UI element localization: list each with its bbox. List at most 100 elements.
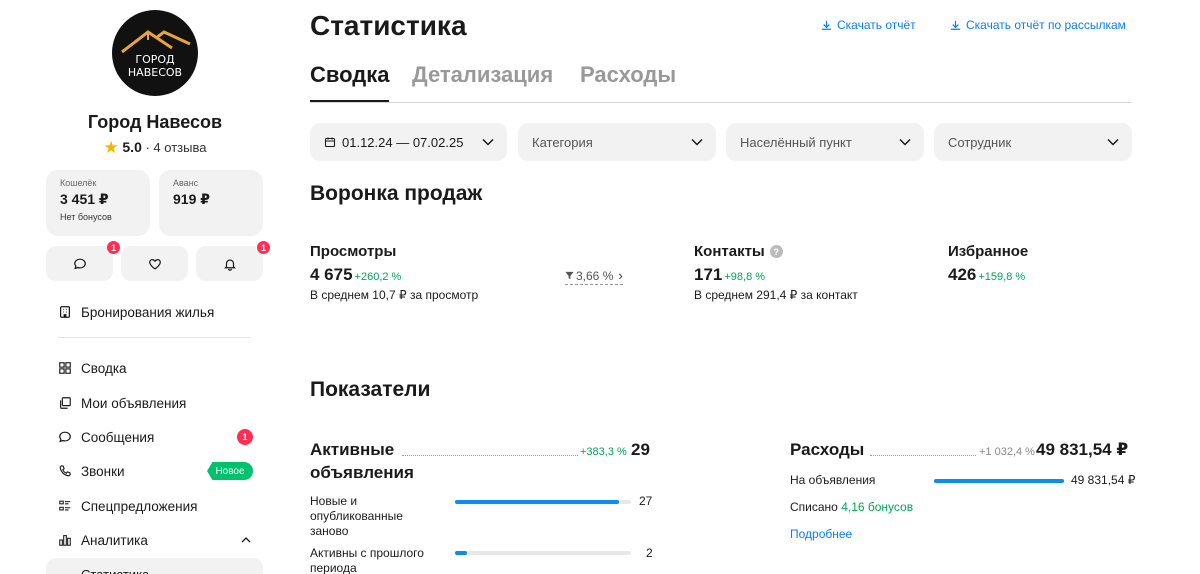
brand-logo[interactable]: ГОРОД НАВЕСОВ (112, 10, 198, 96)
nav-item-listings[interactable]: Мои объявления (58, 393, 186, 413)
rating-score: 5.0 (122, 139, 142, 155)
employee-select[interactable]: Сотрудник (934, 123, 1132, 161)
new-badge: Новое (207, 462, 253, 480)
funnel-icon (565, 271, 574, 280)
grid-icon (59, 362, 71, 374)
star-icon: ★ (103, 138, 119, 157)
indicators-title: Показатели (310, 378, 431, 401)
notifications-count-badge: 1 (256, 240, 271, 255)
expenses-value: 49 831,54 ₽ (1036, 440, 1129, 459)
funnel-title: Воронка продаж (310, 182, 483, 205)
carried-listings-label: Активны с прошлого периода (310, 546, 424, 574)
bell-icon (223, 258, 236, 271)
shop-name[interactable]: Город Навесов (46, 112, 264, 133)
conversion-value: 3,66 % (576, 268, 614, 283)
written-off-row: Списано 4,16 бонусов (790, 500, 913, 514)
wallet-value: 3 451 ₽ (60, 191, 109, 207)
wallet-bonus: Нет бонусов (60, 212, 112, 222)
favorites-label: Избранное (948, 243, 1029, 260)
tab-expenses[interactable]: Расходы (580, 62, 676, 102)
chevron-down-icon (899, 138, 911, 146)
download-mailing-report-link[interactable]: Скачать отчёт по рассылкам (949, 18, 1126, 32)
carried-listings-value: 2 (646, 546, 653, 560)
more-details-link[interactable]: Подробнее (790, 527, 852, 541)
messages-count-badge: 1 (106, 240, 121, 255)
favorites-button[interactable] (121, 246, 188, 281)
messages-button[interactable]: 1 (46, 240, 121, 281)
rating[interactable]: ★ 5.0 · 4 отзыва (46, 138, 264, 158)
nav-item-statistics[interactable]: Статистика (46, 558, 263, 574)
nav-label: Спецпредложения (81, 498, 198, 514)
new-listings-bar (455, 500, 631, 504)
download-report-link[interactable]: Скачать отчёт (820, 18, 916, 32)
expenses-delta: +1 032,4 % (979, 446, 1035, 458)
nav-label: Звонки (81, 463, 125, 479)
date-range-select[interactable]: 01.12.24 — 07.02.25 (310, 123, 507, 161)
expenses-label: Расходы (790, 440, 865, 459)
chevron-down-icon (691, 138, 703, 146)
tab-bar: Сводка Детализация Расходы (310, 62, 1132, 103)
expenses-listings-bar (934, 479, 1064, 483)
views-value: 4 675 (310, 265, 353, 284)
locality-select[interactable]: Населённый пункт (726, 123, 924, 161)
contacts-delta: +98,8 % (724, 271, 766, 283)
contacts-label: Контакты (694, 243, 765, 260)
views-average: В среднем 10,7 ₽ за просмотр (310, 288, 479, 302)
svg-text:ГОРОД: ГОРОД (135, 53, 175, 66)
nav-label: Сводка (81, 360, 127, 376)
favorites-metric: Избранное 426 +159,8 % (948, 243, 1028, 285)
wallet-caption: Кошелёк (60, 178, 97, 188)
category-select[interactable]: Категория (518, 123, 716, 161)
locality-placeholder: Населённый пункт (740, 134, 852, 150)
nav-item-offers[interactable]: Спецпредложения (58, 496, 197, 516)
download-icon (950, 20, 961, 30)
active-listings-delta: +383,3 % (580, 446, 627, 458)
dotted-leader (402, 455, 578, 456)
tab-summary[interactable]: Сводка (310, 62, 390, 102)
wallet-card[interactable]: Кошелёк 3 451 ₽ Нет бонусов (46, 170, 150, 236)
written-off-bonus: 4,16 бонусов (841, 500, 914, 514)
dotted-leader (870, 455, 976, 456)
written-off-prefix: Списано (790, 500, 838, 514)
reviews-count: · 4 отзыва (145, 140, 207, 155)
views-metric: Просмотры 4 675 +260,2 % В среднем 10,7 ₽… (310, 243, 478, 302)
expenses-listings-bar-fill (934, 479, 1064, 483)
chevron-up-icon[interactable] (240, 534, 252, 546)
employee-placeholder: Сотрудник (948, 134, 1012, 150)
nav-item-messages[interactable]: Сообщения (58, 427, 154, 447)
svg-text:НАВЕСОВ: НАВЕСОВ (128, 66, 182, 79)
advance-value: 919 ₽ (173, 191, 210, 207)
favorites-value: 426 (948, 265, 977, 284)
list-icon (59, 500, 71, 511)
notifications-button[interactable]: 1 (196, 240, 271, 281)
advance-card[interactable]: Аванс 919 ₽ (159, 170, 263, 236)
category-placeholder: Категория (532, 134, 593, 150)
nav-item-booking[interactable]: Бронирования жилья (58, 302, 214, 322)
nav-label: Аналитика (81, 532, 148, 548)
copy-icon (60, 397, 71, 409)
nav-label: Мои объявления (81, 395, 187, 411)
nav-item-analytics[interactable]: Аналитика (58, 530, 148, 550)
download-mailing-report-label: Скачать отчёт по рассылкам (966, 18, 1126, 32)
download-icon (821, 20, 832, 30)
conversion-link[interactable]: 3,66 % › (565, 268, 623, 285)
nav-item-calls[interactable]: Звонки (58, 461, 125, 481)
nav-item-summary[interactable]: Сводка (58, 358, 127, 378)
views-label: Просмотры (310, 243, 397, 260)
active-listings-header: Активные объявления (310, 438, 652, 484)
tab-details[interactable]: Детализация (412, 62, 553, 102)
chevron-down-icon (482, 138, 494, 146)
chevron-right-icon: › (618, 268, 623, 283)
date-range-value: 01.12.24 — 07.02.25 (342, 134, 464, 150)
carried-listings-bar-fill (455, 551, 468, 555)
carried-listings-bar (455, 551, 631, 555)
help-icon[interactable]: ? (769, 245, 783, 258)
chat-bubble-icon (73, 258, 86, 269)
contacts-metric: Контакты? 171 +98,8 % В среднем 291,4 ₽ з… (694, 243, 858, 302)
phone-icon (59, 465, 71, 477)
download-report-label: Скачать отчёт (837, 18, 916, 32)
advance-caption: Аванс (173, 178, 199, 188)
new-listings-label: Новые и опубликованные заново (310, 494, 403, 538)
expenses-listings-label: На объявления (790, 473, 876, 487)
contacts-value: 171 (694, 265, 723, 284)
